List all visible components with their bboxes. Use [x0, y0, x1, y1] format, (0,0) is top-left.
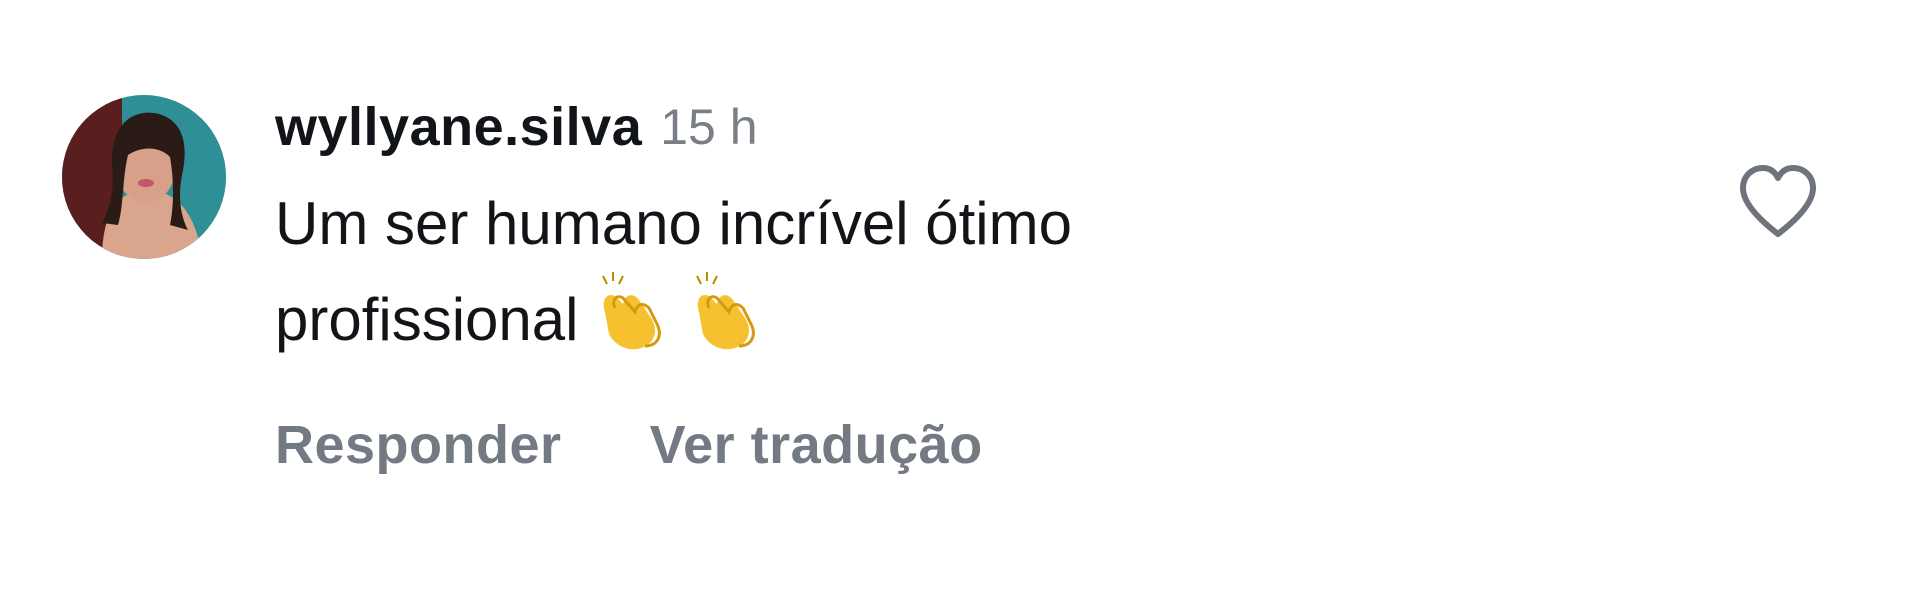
- comment-item: wyllyane.silva 15 h Um ser humano incrív…: [0, 0, 1920, 601]
- clapping-hands-icon: [585, 268, 673, 352]
- timestamp: 15 h: [660, 99, 758, 155]
- comment-text: Um ser humano incrível ótimo profissiona…: [275, 180, 1375, 364]
- avatar-image: [62, 95, 226, 259]
- comment-text-content: Um ser humano incrível ótimo profissiona…: [275, 190, 1072, 353]
- comment-meta: wyllyane.silva 15 h: [275, 92, 1675, 162]
- clapping-hands-icon: [679, 268, 767, 352]
- username-link[interactable]: wyllyane.silva: [275, 96, 642, 158]
- comment-actions: Responder Ver tradução: [275, 414, 1675, 476]
- comment-body: wyllyane.silva 15 h Um ser humano incrív…: [275, 92, 1675, 476]
- see-translation-button[interactable]: Ver tradução: [650, 414, 983, 476]
- reply-button[interactable]: Responder: [275, 414, 562, 476]
- avatar[interactable]: [62, 95, 226, 259]
- heart-outline-icon[interactable]: [1735, 162, 1821, 242]
